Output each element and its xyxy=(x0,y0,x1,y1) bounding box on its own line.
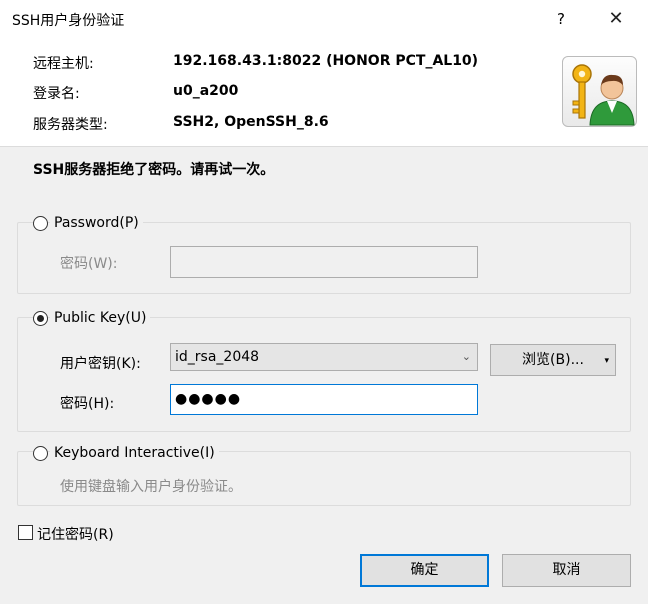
help-button[interactable]: ? xyxy=(548,4,574,34)
browse-button-label: 浏览(B)... xyxy=(522,352,584,368)
login-name-label: 登录名: xyxy=(33,86,80,102)
user-key-label: 用户密钥(K): xyxy=(60,356,141,372)
window-title: SSH用户身份验证 xyxy=(12,13,125,29)
passphrase-label: 密码(H): xyxy=(60,396,115,412)
password-radio-label[interactable]: Password(P) xyxy=(50,215,143,231)
keyboard-interactive-description: 使用键盘输入用户身份验证。 xyxy=(60,479,242,495)
chevron-down-icon: ⌄ xyxy=(461,350,471,363)
browse-button[interactable]: 浏览(B)... ▾ xyxy=(490,344,616,376)
keyboard-interactive-radio-label[interactable]: Keyboard Interactive(I) xyxy=(50,445,219,461)
public-key-radio-label[interactable]: Public Key(U) xyxy=(50,310,151,326)
remember-password-label[interactable]: 记住密码(R) xyxy=(37,524,114,544)
server-type-value: SSH2, OpenSSH_8.6 xyxy=(173,114,329,130)
remote-host-label: 远程主机: xyxy=(33,56,94,72)
title-bar: SSH用户身份验证 ? ✕ xyxy=(0,0,648,38)
remember-password-checkbox[interactable] xyxy=(18,525,33,540)
cancel-button[interactable]: 取消 xyxy=(502,554,631,587)
remote-host-value: 192.168.43.1:8022 (HONOR PCT_AL10) xyxy=(173,53,479,69)
password-input[interactable] xyxy=(170,246,478,278)
user-key-selected-value: id_rsa_2048 xyxy=(175,349,260,365)
login-name-value: u0_a200 xyxy=(173,83,239,99)
user-key-select[interactable]: id_rsa_2048 ⌄ xyxy=(170,343,478,371)
password-radio[interactable] xyxy=(33,216,48,231)
ok-button[interactable]: 确定 xyxy=(360,554,489,587)
server-type-label: 服务器类型: xyxy=(33,117,108,133)
key-user-icon xyxy=(562,56,637,127)
password-field-label: 密码(W): xyxy=(60,256,118,272)
keyboard-interactive-radio[interactable] xyxy=(33,446,48,461)
close-button[interactable]: ✕ xyxy=(598,4,634,34)
public-key-radio[interactable] xyxy=(33,311,48,326)
dropdown-arrow-icon: ▾ xyxy=(604,356,609,366)
passphrase-input[interactable]: ●●●●● xyxy=(170,384,478,415)
status-message: SSH服务器拒绝了密码。请再试一次。 xyxy=(33,162,275,178)
